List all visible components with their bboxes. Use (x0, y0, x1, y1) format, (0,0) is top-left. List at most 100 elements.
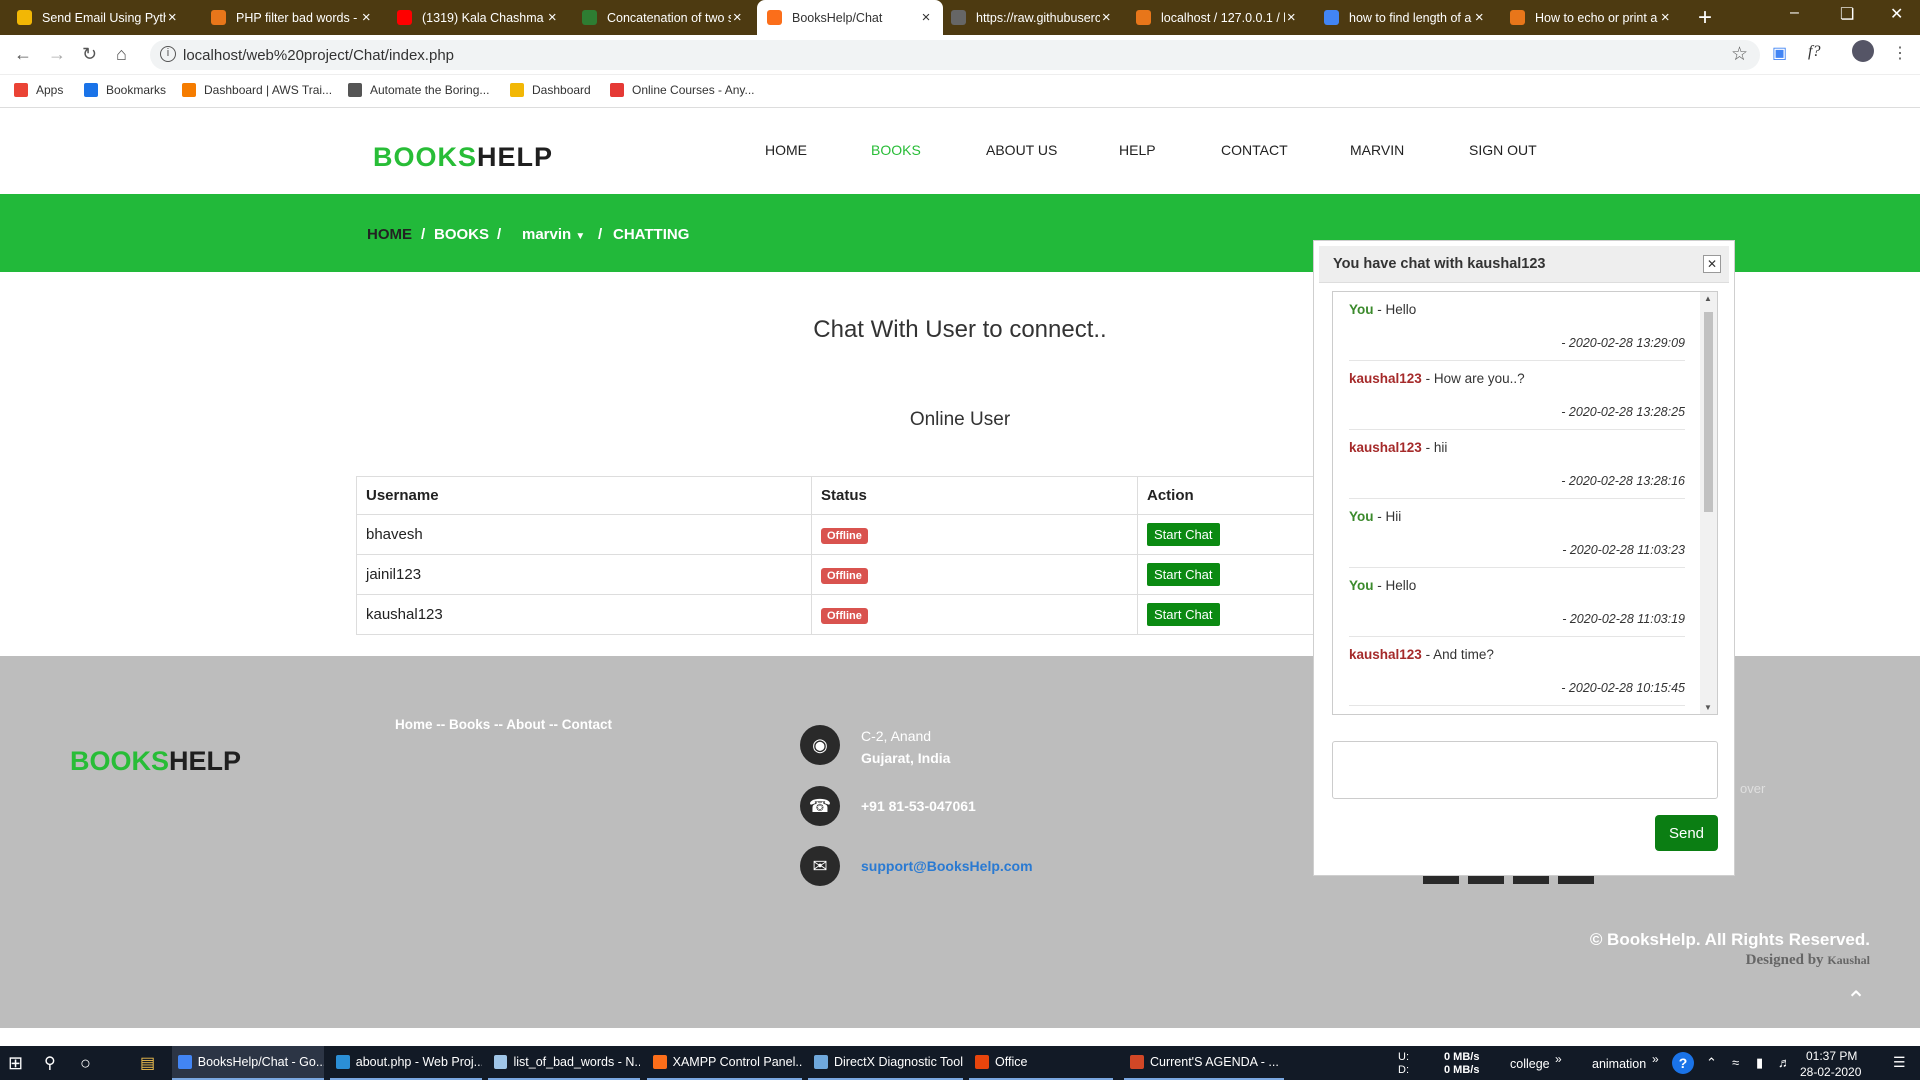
close-tab-icon[interactable]: × (1285, 9, 1299, 26)
minimize-icon[interactable]: – (1790, 4, 1799, 22)
restore-icon[interactable]: ❏ (1840, 4, 1854, 24)
taskbar-app[interactable]: DirectX Diagnostic Tool (808, 1046, 963, 1080)
chat-message-line: You - Hello (1349, 578, 1416, 593)
chevron-right-icon[interactable]: » (1652, 1052, 1659, 1066)
nav-books[interactable]: BOOKS (871, 142, 921, 158)
battery-icon[interactable]: ▮ (1756, 1055, 1763, 1071)
chat-sender: You (1349, 302, 1374, 317)
bookmark-item[interactable]: Dashboard | AWS Trai... (182, 83, 332, 97)
net-u-label: U: (1398, 1051, 1409, 1063)
windows-start-icon[interactable]: ⊞ (8, 1046, 23, 1080)
scroll-to-top-icon[interactable]: ⌃ (1846, 986, 1866, 1015)
chat-timestamp: - 2020-02-28 13:28:16 (1561, 474, 1685, 488)
wifi-icon[interactable]: ≈ (1732, 1055, 1739, 1070)
close-chat-icon[interactable]: ✕ (1703, 255, 1721, 273)
toolbar-college[interactable]: college (1510, 1057, 1550, 1071)
breadcrumb-home[interactable]: HOME (367, 226, 412, 243)
breadcrumb-books[interactable]: BOOKS (434, 226, 489, 243)
tab-favicon-icon (1510, 10, 1525, 25)
breadcrumb-user-dropdown[interactable]: marvin ▼ (522, 226, 585, 243)
close-tab-icon[interactable]: × (919, 9, 933, 26)
chat-message: You - Hello - 2020-02-28 11:03:19 (1349, 568, 1685, 637)
close-tab-icon[interactable]: × (546, 9, 560, 26)
browser-tab[interactable]: PHP filter bad words - × (201, 0, 383, 35)
browser-tab[interactable]: Concatenation of two s × (572, 0, 754, 35)
nav-contact[interactable]: CONTACT (1221, 142, 1288, 158)
menu-dots-icon[interactable]: ⋮ (1892, 43, 1908, 63)
clock-time[interactable]: 01:37 PM (1806, 1049, 1857, 1063)
nav-help[interactable]: HELP (1119, 142, 1156, 158)
bookmark-star-icon[interactable]: ☆ (1731, 43, 1748, 66)
volume-icon[interactable]: ♬ (1778, 1055, 1791, 1070)
info-icon[interactable]: i (160, 46, 176, 62)
close-window-icon[interactable]: ✕ (1890, 4, 1903, 24)
taskbar-app[interactable]: list_of_bad_words - N... (488, 1046, 640, 1080)
taskbar-app[interactable]: XAMPP Control Panel... (647, 1046, 802, 1080)
reload-icon[interactable]: ↻ (82, 44, 97, 65)
taskbar-app[interactable]: Office (969, 1046, 1113, 1080)
nav-sign-out[interactable]: SIGN OUT (1469, 142, 1537, 158)
browser-tab[interactable]: (1319) Kala Chashma | × (387, 0, 569, 35)
nav-marvin[interactable]: MARVIN (1350, 142, 1404, 158)
bookmark-item[interactable]: Online Courses - Any... (610, 83, 755, 97)
scrollbar-thumb[interactable] (1704, 312, 1713, 512)
browser-tab[interactable]: localhost / 127.0.0.1 / b × (1126, 0, 1308, 35)
close-tab-icon[interactable]: × (1659, 9, 1673, 26)
search-icon[interactable]: ⚲ (44, 1046, 56, 1080)
new-tab-button[interactable]: + (1698, 4, 1712, 32)
windows-taskbar: ⊞ ⚲ ○ ▤ U: D: 0 MB/s 0 MB/s college » an… (0, 1046, 1920, 1080)
username-cell: bhavesh (356, 514, 812, 555)
start-chat-button[interactable]: Start Chat (1147, 603, 1220, 626)
chat-message-input[interactable] (1332, 741, 1718, 799)
nav-home[interactable]: HOME (765, 142, 807, 158)
footer-links[interactable]: Home -- Books -- About -- Contact (395, 717, 612, 732)
breadcrumb-sep: / (421, 226, 426, 243)
tray-up-icon[interactable]: ⌃ (1706, 1055, 1717, 1071)
send-button[interactable]: Send (1655, 815, 1718, 851)
taskbar-app[interactable]: BooksHelp/Chat - Go... (172, 1046, 324, 1080)
chat-message-line: kaushal123 - How are you..? (1349, 371, 1525, 386)
close-tab-icon[interactable]: × (731, 9, 745, 26)
scroll-down-arrow-icon[interactable]: ▼ (1704, 703, 1712, 712)
browser-tab[interactable]: how to find length of a × (1314, 0, 1496, 35)
footer-logo[interactable]: BOOKSHELP (70, 746, 241, 777)
chat-sender: kaushal123 (1349, 371, 1422, 386)
notifications-icon[interactable]: ☰ (1893, 1054, 1906, 1071)
bookmark-item[interactable]: Bookmarks (84, 83, 166, 97)
chevron-right-icon[interactable]: » (1555, 1052, 1562, 1066)
fx-extension-icon[interactable]: f? (1808, 43, 1820, 61)
clock-date[interactable]: 28-02-2020 (1800, 1065, 1861, 1079)
browser-tab[interactable]: BooksHelp/Chat × (757, 0, 943, 35)
nav-about-us[interactable]: ABOUT US (986, 142, 1057, 158)
chat-scrollbar[interactable]: ▲ ▼ (1700, 292, 1717, 714)
close-tab-icon[interactable]: × (360, 9, 374, 26)
help-icon[interactable]: ? (1672, 1052, 1694, 1074)
home-icon[interactable]: ⌂ (116, 44, 127, 65)
cortana-icon[interactable]: ○ (80, 1046, 91, 1080)
close-tab-icon[interactable]: × (1100, 9, 1114, 26)
url-field[interactable]: i localhost/web%20project/Chat/index.php… (150, 40, 1760, 70)
translate-icon[interactable]: ▣ (1772, 43, 1787, 63)
bookmark-item[interactable]: Apps (14, 83, 63, 97)
close-tab-icon[interactable]: × (166, 9, 180, 26)
close-tab-icon[interactable]: × (1473, 9, 1487, 26)
support-email-link[interactable]: support@BooksHelp.com (861, 858, 1033, 874)
taskbar-app[interactable]: about.php - Web Proj... (330, 1046, 482, 1080)
site-logo[interactable]: BOOKSHELP (373, 142, 553, 173)
browser-tab[interactable]: Send Email Using Pytho × (7, 0, 189, 35)
back-icon[interactable]: ← (14, 44, 32, 65)
bookmark-item[interactable]: Automate the Boring... (348, 83, 489, 97)
avatar[interactable] (1852, 40, 1874, 62)
taskbar-app[interactable]: Current'S AGENDA - ... (1124, 1046, 1284, 1080)
start-chat-button[interactable]: Start Chat (1147, 563, 1220, 586)
chat-messages[interactable]: You - Hello - 2020-02-28 13:29:09 kaushal1… (1332, 291, 1718, 715)
browser-tab[interactable]: How to echo or print a × (1500, 0, 1682, 35)
start-chat-button[interactable]: Start Chat (1147, 523, 1220, 546)
scroll-up-arrow-icon[interactable]: ▲ (1704, 294, 1712, 303)
browser-tab[interactable]: https://raw.githubuserc × (941, 0, 1123, 35)
footer-logo-help: HELP (169, 746, 242, 776)
bookmark-item[interactable]: Dashboard (510, 83, 591, 97)
toolbar-animation[interactable]: animation (1592, 1057, 1646, 1071)
forward-icon[interactable]: → (48, 44, 66, 65)
file-explorer-icon[interactable]: ▤ (140, 1046, 155, 1080)
